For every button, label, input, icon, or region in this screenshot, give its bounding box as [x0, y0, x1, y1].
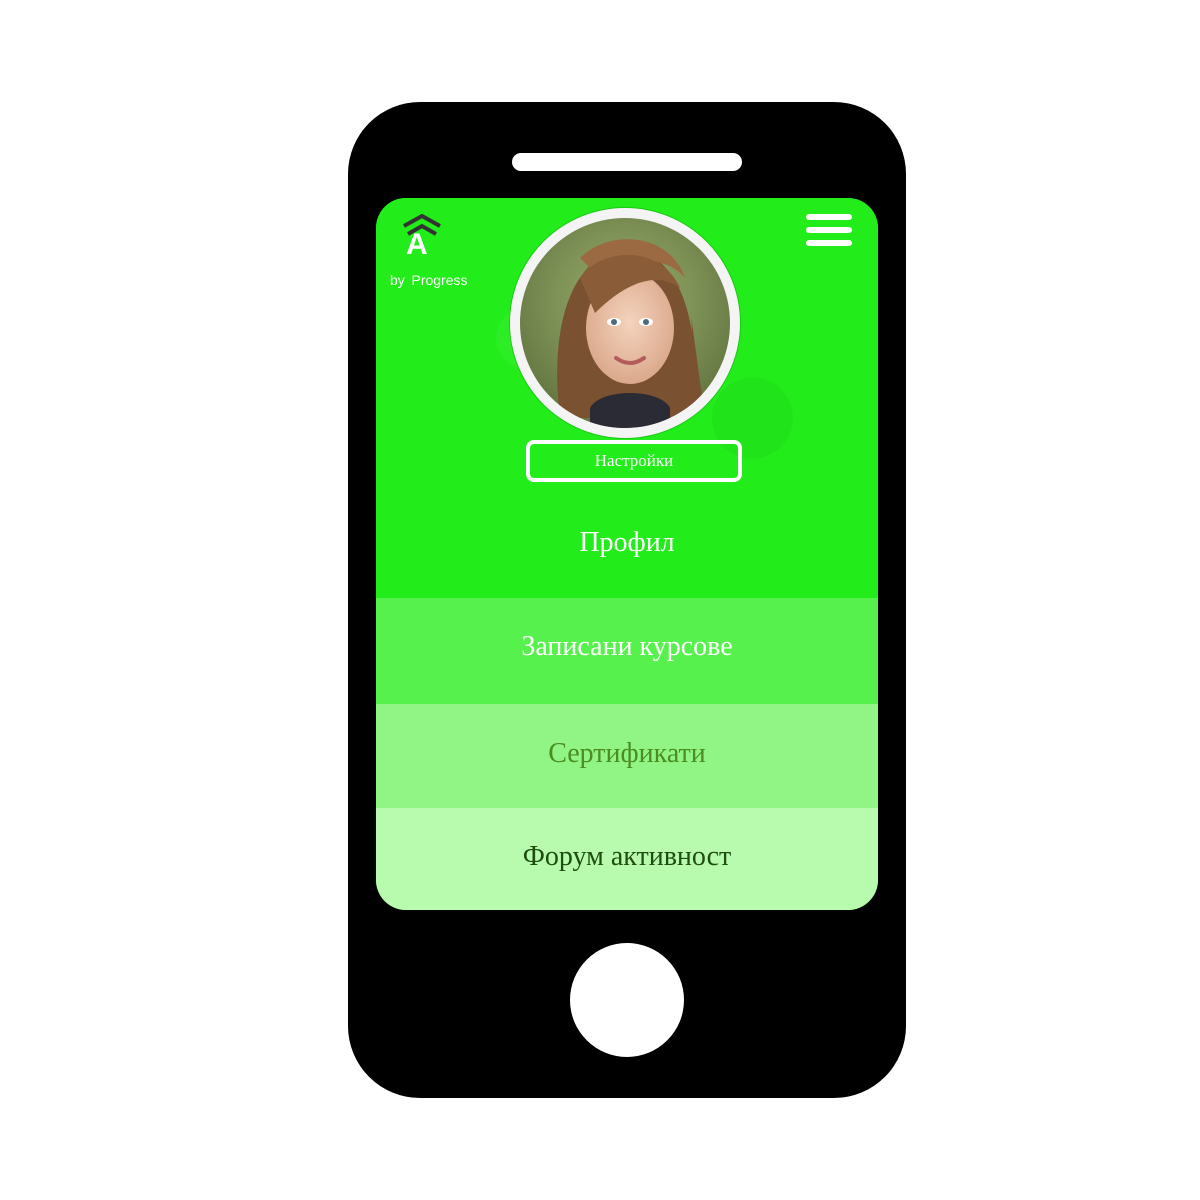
logo-letter: A	[406, 228, 428, 261]
phone-screen: A by Progress Настройки Профил Записани …	[376, 198, 878, 910]
menu-item-forum-activity[interactable]: Форум активност	[376, 808, 878, 910]
avatar-photo	[520, 218, 730, 428]
menu-item-profile[interactable]: Профил	[376, 498, 878, 598]
home-button[interactable]	[570, 943, 684, 1057]
settings-button[interactable]: Настройки	[526, 440, 742, 482]
menu-bar	[806, 240, 852, 246]
mockup-stage: A by Progress Настройки Профил Записани …	[0, 0, 1200, 1200]
logo-tagline: by Progress	[390, 272, 468, 288]
avatar[interactable]	[510, 208, 740, 438]
app-logo: A by Progress	[390, 214, 500, 294]
menu-item-certificates[interactable]: Сертификати	[376, 704, 878, 808]
menu-item-enrolled-courses[interactable]: Записани курсове	[376, 598, 878, 704]
menu-bar	[806, 227, 852, 233]
avatar-portrait	[520, 218, 730, 428]
phone-speaker	[512, 153, 742, 171]
menu-bar	[806, 214, 852, 220]
hamburger-menu-icon[interactable]	[804, 212, 854, 248]
